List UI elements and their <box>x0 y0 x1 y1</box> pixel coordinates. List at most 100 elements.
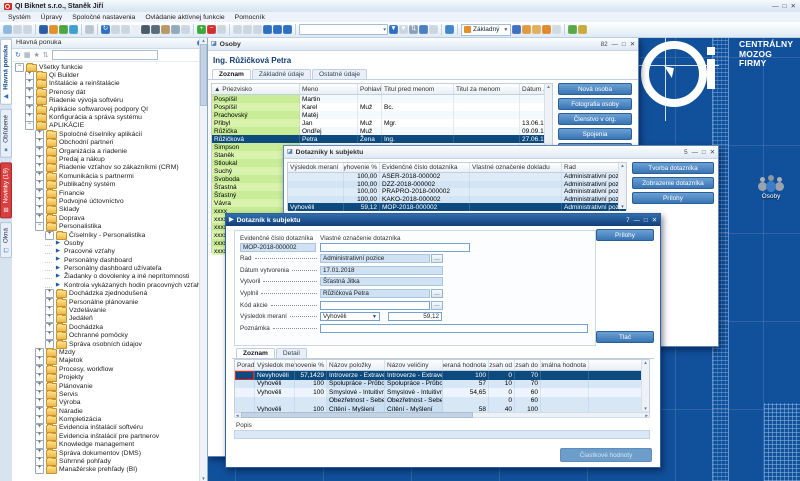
table-row[interactable]: Obezřetnost - SebevědomíObezřetnost - Se… <box>235 397 649 406</box>
tree-item-spr-va-osobn-ch-dajov[interactable]: +Správa osobních údajov <box>45 340 207 348</box>
tree-item-qi-builder[interactable]: +Qi Builder <box>25 71 207 79</box>
vysledok-merani-select[interactable]: Vyhověli ▼ <box>320 312 380 321</box>
expand-icon[interactable]: + <box>35 398 44 407</box>
tree-item-n-radie[interactable]: +Náradie <box>35 407 207 415</box>
tree-item-jed-le-[interactable]: +Jedáleň <box>45 315 207 323</box>
rad-lookup-button[interactable]: … <box>431 254 443 263</box>
app-close-button[interactable]: ✕ <box>791 2 796 10</box>
ciastkove-hodnoty-button[interactable]: Čiastkové hodnoty <box>560 448 652 462</box>
menu-item--pravy[interactable]: Úpravy <box>36 14 68 21</box>
expand-icon[interactable]: + <box>35 415 44 424</box>
tree-item-prenosy-d-t[interactable]: +Prenosy dát <box>25 88 207 96</box>
table-row[interactable]: Nevyhověli57,1429Introverze - Extraverze… <box>235 371 649 380</box>
tree-search-input[interactable] <box>52 50 158 60</box>
scroll-left-icon[interactable]: ◄ <box>235 413 239 418</box>
-lenstvo-v-org--button[interactable]: Členstvo v org. <box>558 113 632 125</box>
expand-icon[interactable]: + <box>35 440 44 449</box>
tree-item-kompletiz-cia[interactable]: +Kompletizácia <box>35 415 207 423</box>
tree-item-pracovn-vz-ahy[interactable]: ▶Pracovné vzťahy <box>45 248 207 256</box>
bullet-icon[interactable] <box>578 25 587 34</box>
tree-item-riadenie-vz-ahov-so-z-kazn-kmi-crm-[interactable]: +Riadenie vzťahov so zákazníkmi (CRM) <box>35 164 207 172</box>
scroll-down-icon[interactable]: ▼ <box>620 204 624 209</box>
tab-ostatn-daje[interactable]: Ostatné údaje <box>312 69 367 79</box>
menu-item-syst-m[interactable]: Systém <box>3 14 36 21</box>
nav-prev-icon[interactable] <box>243 25 252 34</box>
tree-item-mzdy[interactable]: +Mzdy <box>35 348 207 356</box>
dotazniky-titlebar[interactable]: ◪ Dotazníky k subjektu 5 — □ ✕ <box>284 146 718 159</box>
paste-icon[interactable] <box>23 25 32 34</box>
column-header-3[interactable]: Evidenčné číslo dotazníka <box>380 163 470 172</box>
clock-icon[interactable] <box>181 25 190 34</box>
expand-icon[interactable]: + <box>45 231 54 240</box>
column-header-2[interactable]: Vyhovenie % <box>344 163 380 172</box>
tree-item-konfigur-cia-a-spr-va-syst-mu[interactable]: +Konfigurácia a správa systému <box>25 113 207 121</box>
tree-item-in-tal-cie-a-rein-tal-cie[interactable]: +Inštalácie a reinštalácie <box>25 80 207 88</box>
dotaznik-close-button[interactable]: ✕ <box>652 217 657 224</box>
preview-icon[interactable] <box>171 25 180 34</box>
tree-item-projekty[interactable]: +Projekty <box>35 373 207 381</box>
table-row[interactable]: 100,00ASER-2018-000002Administrativní po… <box>288 173 626 181</box>
dotaznik-minimize-button[interactable]: — <box>634 217 640 224</box>
tab-zoznam[interactable]: Zoznam <box>236 348 275 358</box>
tree-item-financie[interactable]: +Financie <box>35 189 207 197</box>
scroll-thumb[interactable] <box>241 412 473 418</box>
form-config-icon[interactable] <box>532 25 541 34</box>
table-row[interactable]: PrachovskýMatěj <box>212 111 552 119</box>
copy-icon[interactable] <box>3 25 12 34</box>
scroll-down-icon[interactable]: ▼ <box>201 476 205 481</box>
dotaznik-maximize-button[interactable]: □ <box>644 217 648 224</box>
vlastne-oznacenie-input[interactable] <box>320 243 470 252</box>
column-header-3[interactable]: Pohlavie <box>358 84 382 94</box>
column-header-5[interactable]: Titul za menom <box>454 84 520 94</box>
menu-item-spolo-n-nastavenia[interactable]: Spoločné nastavenia <box>67 14 140 21</box>
filter-off-icon[interactable]: ▼ <box>399 25 408 34</box>
column-header-4[interactable]: Vlastné označenie dokladu <box>470 163 562 172</box>
scroll-up-icon[interactable]: ▲ <box>546 84 550 89</box>
column-header-5[interactable]: Rad <box>562 163 620 172</box>
app-maximize-button[interactable]: □ <box>783 3 787 10</box>
tree-item-osoby[interactable]: ▶Osoby <box>45 239 207 247</box>
scroll-thumb[interactable] <box>200 44 207 106</box>
column-header-1[interactable]: Výsledok meraní <box>288 163 344 172</box>
sort-icon[interactable]: ⇅ <box>409 25 418 34</box>
globe-green-icon[interactable] <box>59 25 68 34</box>
column-header-6[interactable]: Dátum ... <box>520 84 546 94</box>
collapse-icon[interactable]: − <box>25 121 34 130</box>
favorite-star-icon[interactable]: ★ <box>34 52 40 59</box>
fotografia-osoby-button[interactable]: Fotografia osoby <box>558 98 632 110</box>
filter-adv-icon[interactable] <box>419 25 428 34</box>
nav-first-icon[interactable] <box>233 25 242 34</box>
expand-icon[interactable]: + <box>35 138 44 147</box>
osoby-close-button[interactable]: ✕ <box>630 41 635 48</box>
pr-lohy-button[interactable]: Prílohy <box>632 192 714 204</box>
tree-item-v-roba[interactable]: +Výroba <box>35 399 207 407</box>
tree-item-person-lny-dashboard-u-vate-a[interactable]: ▶Personálny dashboard užívateľa <box>45 264 207 272</box>
side-tab-ob-ben-[interactable]: ★Obľúbené <box>0 109 12 158</box>
dotaznik-titlebar[interactable]: ▶ Dotazník k subjektu 7 — □ ✕ <box>226 214 660 226</box>
nav-next-icon[interactable] <box>253 25 262 34</box>
clamp-icon[interactable] <box>151 25 160 34</box>
side-tab-novinky-19-[interactable]: ▤Novinky (19) <box>0 162 12 218</box>
tree-item-riadenie-v-voja-softv-ru[interactable]: +Riadenie vývoja softvéru <box>25 97 207 105</box>
table-row[interactable]: RůžičkováPetraŽenaIng.27.06.1980 <box>212 135 552 143</box>
column-header-4[interactable]: Názov položky <box>327 360 385 370</box>
home-icon[interactable] <box>161 25 170 34</box>
menu-item-pomocn-k[interactable]: Pomocník <box>230 14 270 21</box>
tree-item-komunik-cia-s-partnermi[interactable]: +Komunikácia s partnermi <box>35 172 207 180</box>
sort-tree-icon[interactable]: ⇅ <box>43 52 49 59</box>
folder-config-icon[interactable] <box>522 25 531 34</box>
osoby-maximize-button[interactable]: □ <box>622 41 626 48</box>
column-header-5[interactable]: Názov veličiny <box>385 360 443 370</box>
scroll-right-icon[interactable]: ► <box>645 413 649 418</box>
apply-icon[interactable] <box>283 25 292 34</box>
dotazniky-maximize-button[interactable]: □ <box>702 149 706 156</box>
column-header-2[interactable]: Meno <box>300 84 358 94</box>
column-header-4[interactable]: Titul pred menom <box>382 84 454 94</box>
scroll-down-icon[interactable]: ▼ <box>643 406 647 411</box>
filter-adv-off-icon[interactable] <box>429 25 438 34</box>
horizontal-scrollbar[interactable]: ◄ ► <box>234 412 650 418</box>
tree-item-mana-rske-preh-ady-bi-[interactable]: +Manažérske prehľady (BI) <box>35 466 207 474</box>
tab-zoznam[interactable]: Zoznam <box>212 69 251 79</box>
view-profile-select[interactable]: Základný▼ <box>461 24 511 36</box>
tree-item--iadanky-o-dovolenky-a-in-nepr-tomnosti[interactable]: ▶Žiadanky o dovolenky a iné neprítomnost… <box>45 273 207 281</box>
